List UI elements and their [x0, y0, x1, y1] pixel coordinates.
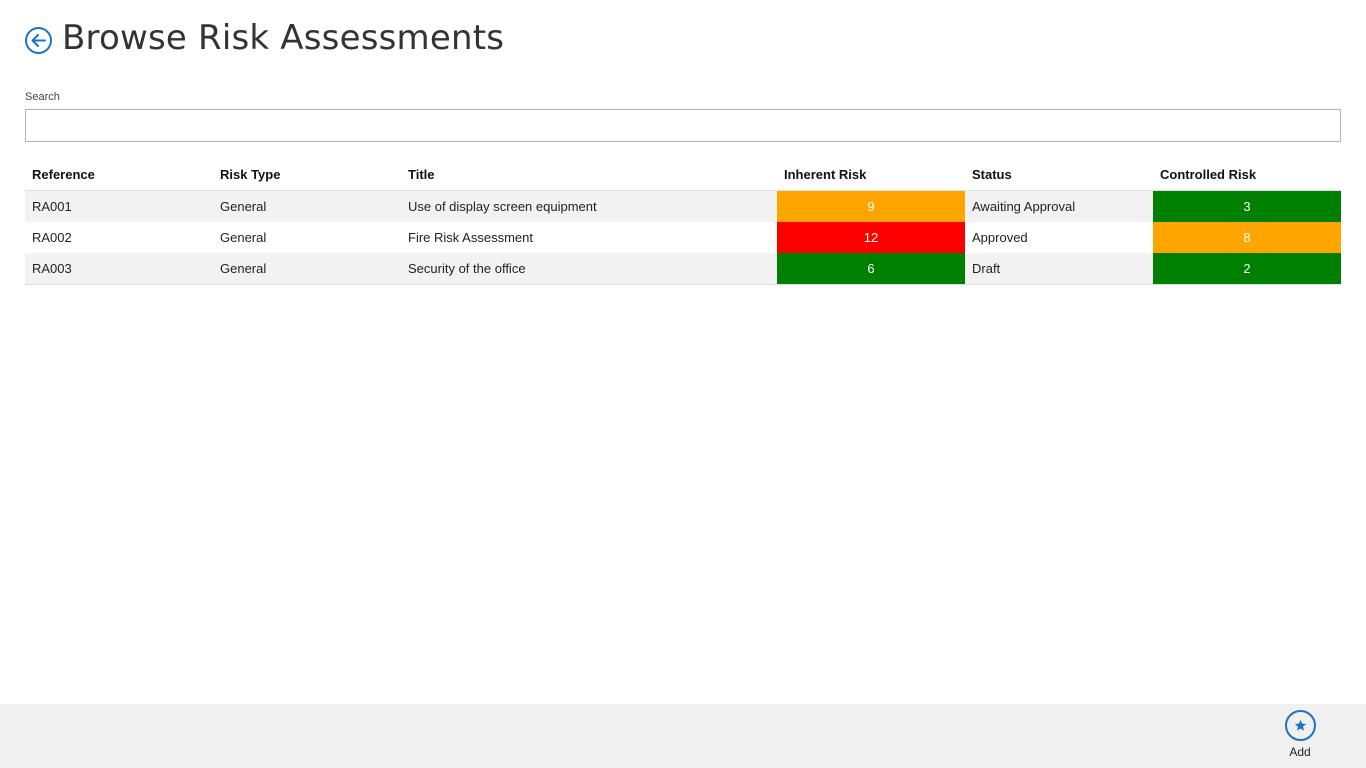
- cell-title: Security of the office: [401, 253, 777, 285]
- table-header-row: Reference Risk Type Title Inherent Risk …: [25, 158, 1341, 191]
- column-header-risk-type[interactable]: Risk Type: [213, 158, 401, 191]
- cell-controlled-risk: 3: [1153, 190, 1341, 222]
- column-header-controlled-risk[interactable]: Controlled Risk: [1153, 158, 1341, 191]
- cell-controlled-risk: 8: [1153, 222, 1341, 253]
- page-title: Browse Risk Assessments: [62, 18, 505, 58]
- add-label: Add: [1289, 745, 1311, 759]
- risk-assessments-table: Reference Risk Type Title Inherent Risk …: [25, 158, 1341, 285]
- arrow-left-icon: [31, 33, 46, 47]
- cell-inherent-risk: 12: [777, 222, 965, 253]
- column-header-inherent-risk[interactable]: Inherent Risk: [777, 158, 965, 191]
- cell-reference: RA003: [25, 253, 213, 285]
- cell-inherent-risk: 6: [777, 253, 965, 285]
- cell-status: Awaiting Approval: [965, 190, 1153, 222]
- cell-risk-type: General: [213, 190, 401, 222]
- cell-status: Draft: [965, 253, 1153, 285]
- table-row[interactable]: RA003 General Security of the office 6 D…: [25, 253, 1341, 285]
- cell-controlled-risk: 2: [1153, 253, 1341, 285]
- cell-inherent-risk: 9: [777, 190, 965, 222]
- table-row[interactable]: RA001 General Use of display screen equi…: [25, 190, 1341, 222]
- page-header: Browse Risk Assessments: [25, 18, 504, 58]
- add-button[interactable]: Add: [1270, 710, 1330, 759]
- cell-reference: RA001: [25, 190, 213, 222]
- star-icon: [1294, 719, 1306, 731]
- back-button[interactable]: [25, 26, 52, 54]
- app-bar: Add: [0, 704, 1366, 768]
- cell-title: Fire Risk Assessment: [401, 222, 777, 253]
- column-header-title[interactable]: Title: [401, 158, 777, 191]
- cell-risk-type: General: [213, 253, 401, 285]
- cell-title: Use of display screen equipment: [401, 190, 777, 222]
- page: Browse Risk Assessments Search Reference…: [0, 0, 1366, 768]
- search-input[interactable]: [25, 109, 1341, 142]
- column-header-status[interactable]: Status: [965, 158, 1153, 191]
- cell-reference: RA002: [25, 222, 213, 253]
- cell-risk-type: General: [213, 222, 401, 253]
- table-row[interactable]: RA002 General Fire Risk Assessment 12 Ap…: [25, 222, 1341, 253]
- cell-status: Approved: [965, 222, 1153, 253]
- search-label: Search: [25, 91, 60, 103]
- column-header-reference[interactable]: Reference: [25, 158, 213, 191]
- add-circle: [1284, 710, 1316, 741]
